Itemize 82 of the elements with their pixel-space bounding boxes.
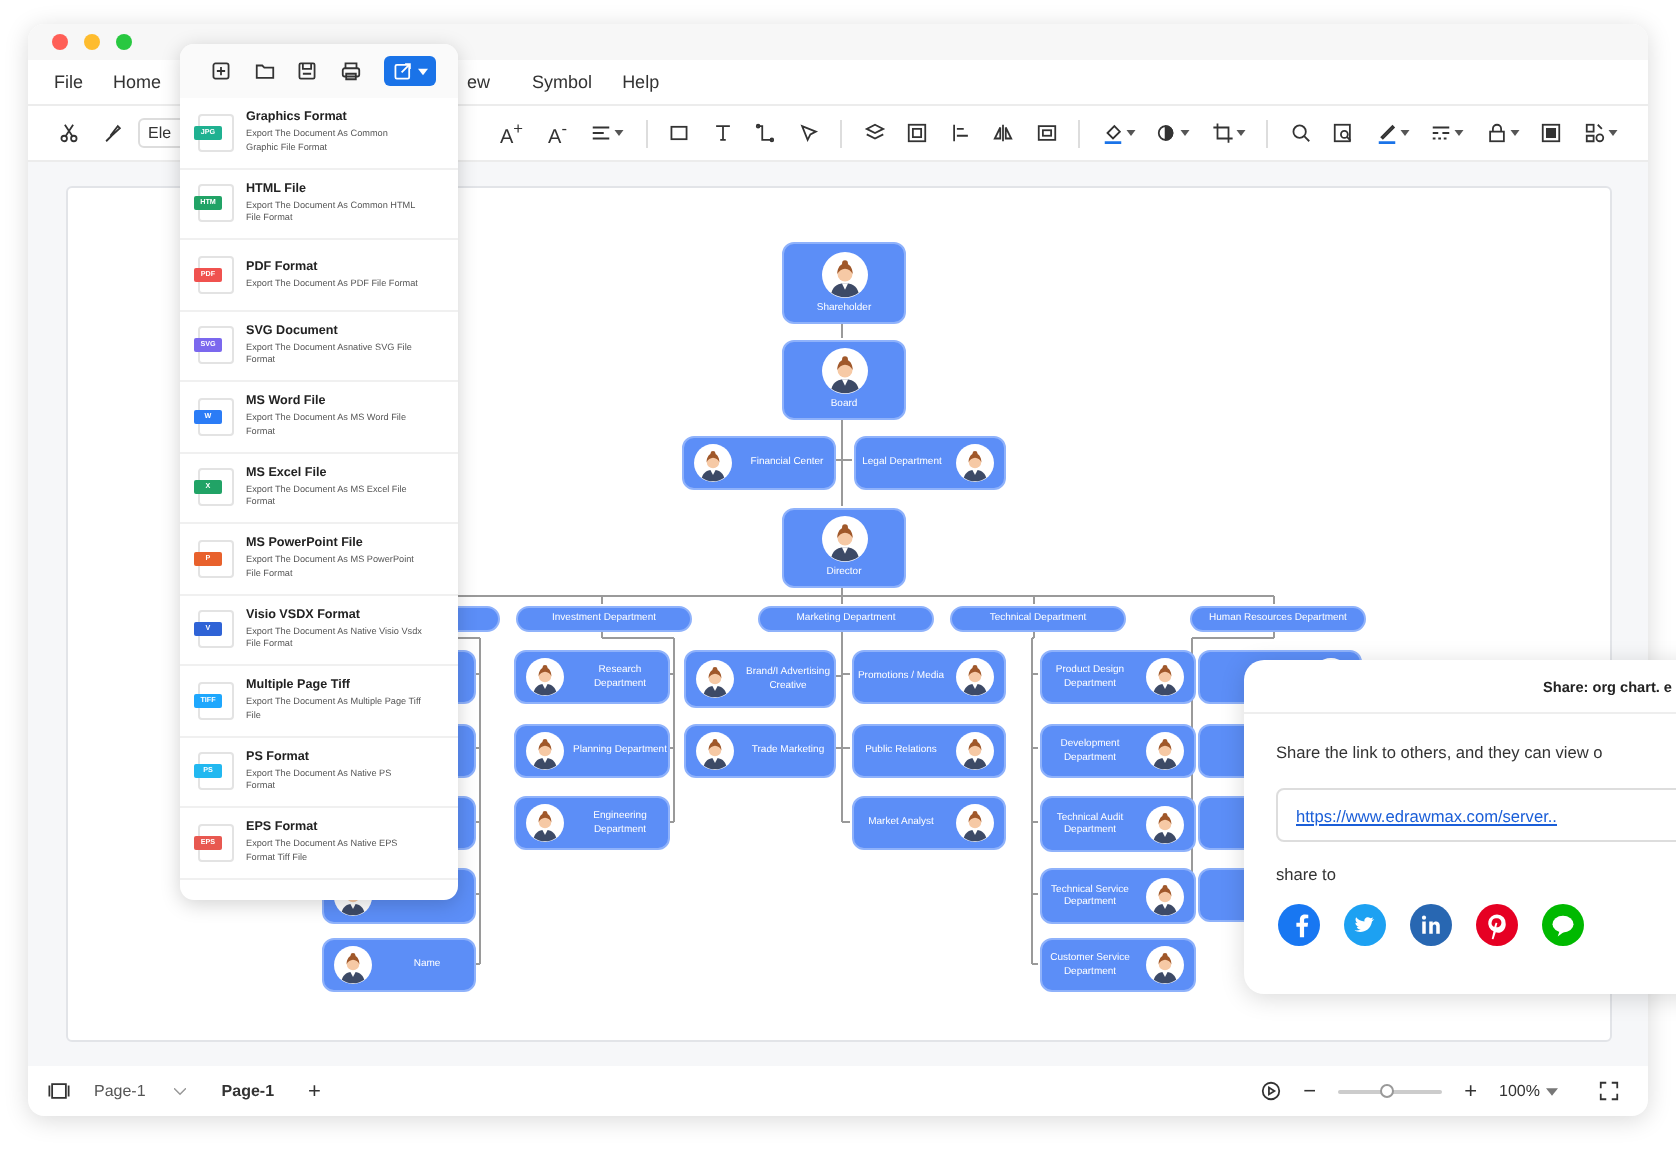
- avatar-icon: [1146, 658, 1184, 696]
- avatar-icon: [1146, 877, 1184, 915]
- caret-icon[interactable]: [1509, 130, 1519, 136]
- align-left-icon[interactable]: [949, 122, 971, 144]
- layers-icon[interactable]: [863, 122, 885, 144]
- avatar-icon: [956, 658, 994, 696]
- linkedin-icon[interactable]: [1410, 904, 1452, 946]
- lock-icon[interactable]: [1485, 122, 1507, 144]
- zoom-in-button[interactable]: +: [1458, 1079, 1484, 1103]
- avatar-icon: [526, 732, 564, 770]
- add-page-button[interactable]: +: [302, 1079, 327, 1103]
- menu-item[interactable]: Home: [113, 72, 162, 92]
- avatar-icon: [526, 658, 564, 696]
- menu-item[interactable]: File: [54, 72, 84, 92]
- export-icon: [391, 60, 414, 82]
- page-tab[interactable]: Page-1: [209, 1082, 287, 1100]
- avatar-icon: [821, 348, 867, 395]
- twitter-icon[interactable]: [1344, 904, 1386, 946]
- link-field[interactable]: https://www.edrawmax.com/server..: [1276, 788, 1676, 842]
- page-view-icon[interactable]: [48, 1080, 70, 1102]
- caret-icon: [417, 67, 428, 75]
- zoom-page-icon[interactable]: [1332, 122, 1354, 144]
- share-message: Share the link to others, and they can view o: [1276, 742, 1603, 762]
- avatar-icon: [694, 444, 732, 482]
- pointer-icon[interactable]: [797, 122, 819, 144]
- brush-icon[interactable]: [101, 122, 123, 144]
- avatar-icon: [956, 804, 994, 842]
- caret-icon[interactable]: [1125, 130, 1135, 136]
- export-button[interactable]: [383, 56, 436, 86]
- frame-icon[interactable]: [1035, 122, 1057, 144]
- caret-icon[interactable]: [1235, 130, 1245, 136]
- pen-icon[interactable]: [1375, 122, 1397, 144]
- caret-icon[interactable]: [1454, 130, 1464, 136]
- avatar-icon: [696, 732, 734, 770]
- pinterest-icon[interactable]: [1476, 904, 1518, 946]
- avatar-icon: [821, 251, 867, 298]
- print-icon[interactable]: [340, 60, 363, 82]
- caret-icon[interactable]: [614, 130, 624, 136]
- decrease-font-button[interactable]: A$^{-}$: [540, 117, 575, 149]
- avatar-icon: [526, 804, 564, 842]
- fill-icon[interactable]: [1101, 122, 1123, 144]
- zoom-dropdown[interactable]: 100%: [1499, 1082, 1558, 1100]
- folder-icon[interactable]: [253, 60, 276, 82]
- scissors-icon[interactable]: [58, 122, 80, 144]
- zoom-out-button[interactable]: −: [1297, 1079, 1323, 1103]
- rectangle-icon[interactable]: [668, 122, 690, 144]
- fullscreen-icon[interactable]: [1598, 1080, 1620, 1102]
- avatar-icon: [821, 516, 867, 563]
- align-icon[interactable]: [590, 122, 612, 144]
- avatar-icon: [956, 732, 994, 770]
- fit-icon[interactable]: [1540, 122, 1562, 144]
- increase-font-button[interactable]: A$^{+}$: [492, 117, 532, 149]
- slider-thumb[interactable]: [1380, 1083, 1395, 1097]
- menu-item[interactable]: Symbol: [532, 72, 593, 92]
- avatar-icon: [1146, 946, 1184, 984]
- facebook-icon[interactable]: [1278, 904, 1320, 946]
- menu-item[interactable]: Help: [622, 72, 660, 92]
- play-icon[interactable]: [1259, 1080, 1282, 1102]
- shape-icon[interactable]: [1156, 122, 1178, 144]
- search-icon[interactable]: [1289, 122, 1311, 144]
- line-style-icon[interactable]: [1430, 122, 1452, 144]
- group-icon[interactable]: [906, 122, 928, 144]
- crop-icon[interactable]: [1211, 122, 1233, 144]
- menu-item[interactable]: ew: [467, 72, 491, 92]
- share-label: share to: [1276, 864, 1336, 884]
- new-document-icon[interactable]: [210, 60, 233, 82]
- caret-icon[interactable]: [1607, 130, 1617, 136]
- page-dropdown[interactable]: Page-1: [86, 1082, 194, 1100]
- text-tool-icon[interactable]: [711, 122, 733, 144]
- save-icon[interactable]: [296, 60, 319, 82]
- close-button[interactable]: [52, 34, 68, 50]
- avatar-icon: [334, 946, 372, 984]
- connector-icon[interactable]: [754, 122, 776, 144]
- avatar-icon: [1146, 805, 1184, 843]
- avatar-icon: [956, 444, 994, 482]
- more-icon[interactable]: [1583, 122, 1605, 144]
- avatar-icon: [696, 660, 734, 698]
- caret-icon[interactable]: [1399, 130, 1409, 136]
- caret-icon[interactable]: [1546, 1087, 1558, 1095]
- avatar-icon: [1146, 732, 1184, 770]
- caret-icon[interactable]: [1180, 130, 1190, 136]
- flip-icon[interactable]: [992, 122, 1014, 144]
